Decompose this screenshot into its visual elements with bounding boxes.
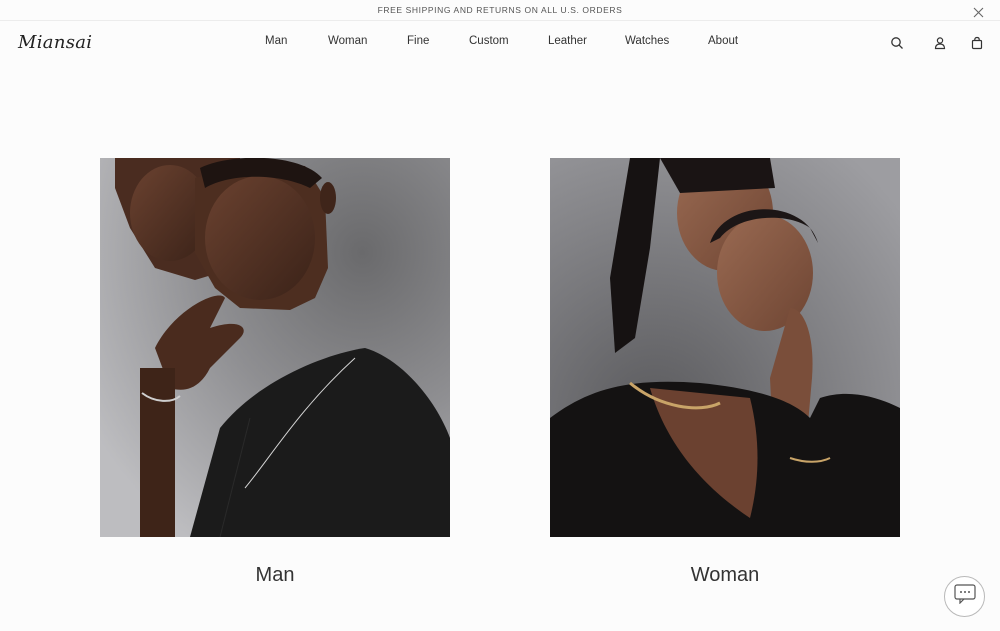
logo[interactable]: Miansai bbox=[18, 32, 92, 53]
woman-category-tile[interactable] bbox=[550, 158, 900, 537]
man-category-tile[interactable] bbox=[100, 158, 450, 537]
site-header: Miansai Man Woman Fine Custom Leather Wa… bbox=[0, 21, 1000, 65]
main-nav: Man Woman Fine Custom Leather Watches Ab… bbox=[0, 21, 1000, 65]
announcement-bar: FREE SHIPPING AND RETURNS ON ALL U.S. OR… bbox=[0, 0, 1000, 21]
close-icon[interactable] bbox=[973, 5, 984, 18]
nav-item-fine[interactable]: Fine bbox=[407, 35, 429, 47]
nav-item-man[interactable]: Man bbox=[265, 35, 287, 47]
account-icon[interactable] bbox=[933, 36, 947, 50]
nav-item-leather[interactable]: Leather bbox=[548, 35, 587, 47]
nav-item-watches[interactable]: Watches bbox=[625, 35, 669, 47]
search-icon[interactable] bbox=[890, 36, 904, 50]
chat-button[interactable] bbox=[944, 576, 985, 617]
nav-item-woman[interactable]: Woman bbox=[328, 35, 367, 47]
nav-item-custom[interactable]: Custom bbox=[469, 35, 509, 47]
woman-label[interactable]: Woman bbox=[550, 564, 900, 587]
chat-icon bbox=[953, 584, 976, 609]
man-photo bbox=[100, 158, 450, 537]
nav-item-about[interactable]: About bbox=[708, 35, 738, 47]
man-label[interactable]: Man bbox=[100, 564, 450, 587]
woman-photo bbox=[550, 158, 900, 537]
announcement-text: FREE SHIPPING AND RETURNS ON ALL U.S. OR… bbox=[377, 5, 623, 15]
bag-icon[interactable] bbox=[970, 36, 984, 50]
